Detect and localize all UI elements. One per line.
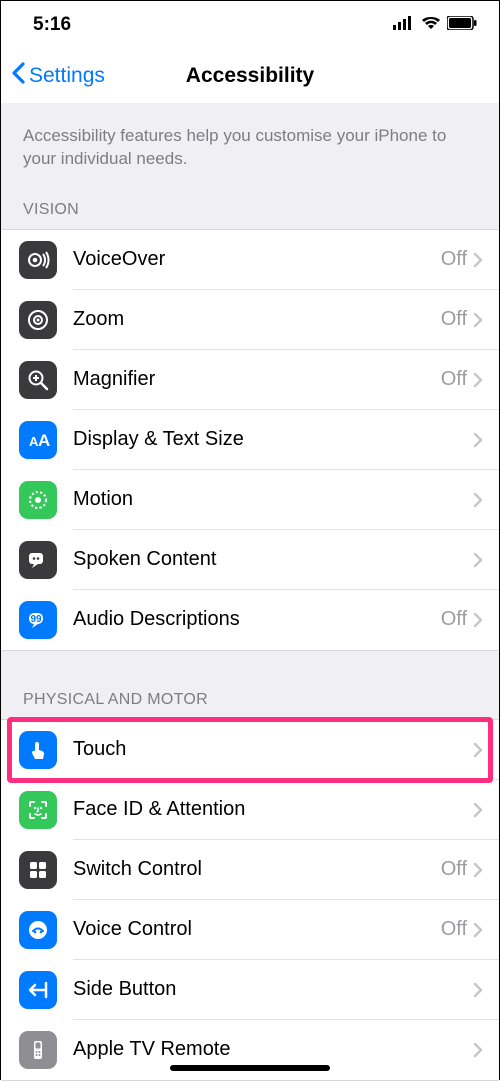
row-value: Off: [441, 368, 467, 391]
home-indicator[interactable]: [170, 1065, 330, 1071]
row-value: Off: [441, 248, 467, 271]
motion-icon: [19, 481, 57, 519]
section-header-vision: VISION: [1, 195, 499, 229]
apple-tv-remote-icon: [19, 1031, 57, 1069]
switch-control-icon: [19, 851, 57, 889]
row-label: Spoken Content: [73, 548, 467, 571]
chevron-right-icon: [473, 862, 483, 878]
content: Accessibility features help you customis…: [1, 103, 499, 1081]
svg-text:A: A: [38, 431, 50, 450]
row-touch[interactable]: Touch: [1, 720, 499, 780]
row-audio-descriptions[interactable]: 99 Audio Descriptions Off: [1, 590, 499, 650]
row-label: Motion: [73, 488, 467, 511]
row-label: Side Button: [73, 978, 467, 1001]
chevron-right-icon: [473, 372, 483, 388]
row-label: Touch: [73, 738, 467, 761]
cellular-icon: [393, 14, 415, 36]
intro-text: Accessibility features help you customis…: [1, 103, 499, 195]
back-label: Settings: [29, 64, 105, 88]
status-time: 5:16: [33, 14, 71, 36]
chevron-right-icon: [473, 982, 483, 998]
row-label: Voice Control: [73, 918, 441, 941]
nav-bar: Settings Accessibility: [1, 49, 499, 103]
row-label: Magnifier: [73, 368, 441, 391]
zoom-icon: [19, 301, 57, 339]
chevron-left-icon: [11, 62, 25, 90]
chevron-right-icon: [473, 802, 483, 818]
battery-icon: [447, 14, 477, 36]
chevron-right-icon: [473, 432, 483, 448]
magnifier-icon: [19, 361, 57, 399]
row-value: Off: [441, 918, 467, 941]
row-label: Zoom: [73, 308, 441, 331]
chevron-right-icon: [473, 742, 483, 758]
chevron-right-icon: [473, 552, 483, 568]
row-voice-control[interactable]: Voice Control Off: [1, 900, 499, 960]
row-switch-control[interactable]: Switch Control Off: [1, 840, 499, 900]
spoken-content-icon: [19, 541, 57, 579]
svg-text:99: 99: [30, 614, 42, 625]
touch-icon: [19, 731, 57, 769]
row-motion[interactable]: Motion: [1, 470, 499, 530]
voice-control-icon: [19, 911, 57, 949]
text-size-icon: AA: [19, 421, 57, 459]
row-label: Switch Control: [73, 858, 441, 881]
row-label: Display & Text Size: [73, 428, 467, 451]
row-magnifier[interactable]: Magnifier Off: [1, 350, 499, 410]
audio-descriptions-icon: 99: [19, 601, 57, 639]
status-indicators: [393, 14, 477, 36]
group-motor: Touch Face ID & Attention Switch Control…: [1, 719, 499, 1081]
chevron-right-icon: [473, 1042, 483, 1058]
row-spoken-content[interactable]: Spoken Content: [1, 530, 499, 590]
side-button-icon: [19, 971, 57, 1009]
row-side-button[interactable]: Side Button: [1, 960, 499, 1020]
row-value: Off: [441, 308, 467, 331]
row-value: Off: [441, 608, 467, 631]
voiceover-icon: [19, 241, 57, 279]
row-label: Apple TV Remote: [73, 1038, 467, 1061]
faceid-icon: [19, 791, 57, 829]
wifi-icon: [421, 14, 441, 36]
status-bar: 5:16: [1, 1, 499, 49]
row-voiceover[interactable]: VoiceOver Off: [1, 230, 499, 290]
back-button[interactable]: Settings: [1, 62, 105, 90]
chevron-right-icon: [473, 612, 483, 628]
chevron-right-icon: [473, 312, 483, 328]
row-faceid-attention[interactable]: Face ID & Attention: [1, 780, 499, 840]
row-label: Face ID & Attention: [73, 798, 467, 821]
row-label: VoiceOver: [73, 248, 441, 271]
section-header-motor: PHYSICAL AND MOTOR: [1, 685, 499, 719]
chevron-right-icon: [473, 922, 483, 938]
chevron-right-icon: [473, 492, 483, 508]
group-vision: VoiceOver Off Zoom Off Magnifier Off: [1, 229, 499, 651]
row-display-text-size[interactable]: AA Display & Text Size: [1, 410, 499, 470]
chevron-right-icon: [473, 252, 483, 268]
row-label: Audio Descriptions: [73, 608, 441, 631]
row-zoom[interactable]: Zoom Off: [1, 290, 499, 350]
row-value: Off: [441, 858, 467, 881]
